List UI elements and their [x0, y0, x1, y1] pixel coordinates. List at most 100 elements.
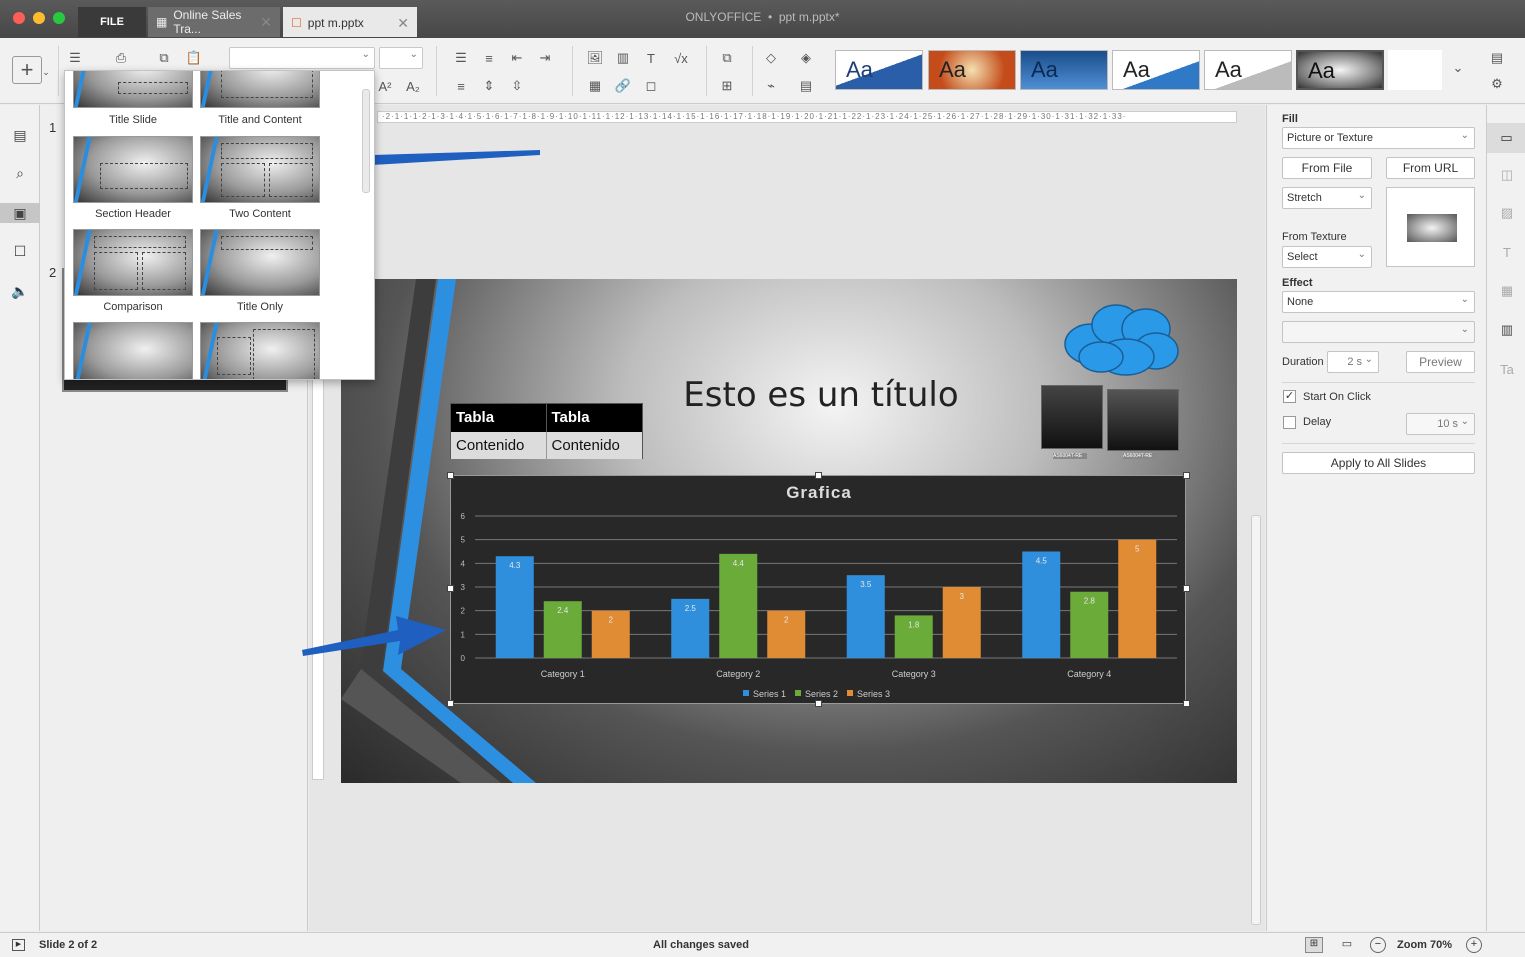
table-cell[interactable]: Contenido [547, 432, 643, 459]
resize-handle[interactable] [447, 700, 454, 707]
paste-icon[interactable]: 📋 [183, 48, 205, 68]
layout-comparison-thumb[interactable] [73, 229, 193, 296]
align-shapes-icon[interactable]: ⊞ [716, 76, 738, 96]
close-tab-icon[interactable]: ✕ [260, 14, 272, 31]
layout-content-caption-thumb[interactable] [200, 322, 320, 379]
resize-handle[interactable] [815, 472, 822, 479]
equation-icon[interactable]: √x [670, 48, 692, 68]
link-icon[interactable]: 🔗 [612, 76, 634, 96]
print-icon[interactable]: ⎙ [110, 48, 132, 68]
table-cell[interactable]: Contenido [451, 432, 547, 459]
file-icon[interactable]: ▤ [10, 125, 30, 145]
add-slide-dropdown-icon[interactable]: ⌄ [40, 62, 52, 82]
themes-expand-icon[interactable]: ⌄ [1447, 58, 1469, 78]
slide-table[interactable]: Tabla Tabla Contenido Contenido [450, 403, 643, 459]
line-spacing-icon[interactable]: ⇳ [506, 76, 528, 96]
preview-button[interactable]: Preview [1406, 351, 1475, 373]
resize-handle[interactable] [815, 700, 822, 707]
layout-section-header-thumb[interactable] [73, 136, 193, 203]
texture-select[interactable]: Select [1282, 246, 1372, 268]
server-image[interactable]: AS6004T-RE AS6004T-RE [1039, 383, 1184, 461]
text-settings-icon[interactable]: T [1497, 242, 1517, 262]
close-tab-icon[interactable]: ✕ [397, 15, 409, 32]
resize-handle[interactable] [447, 472, 454, 479]
play-slideshow-icon[interactable]: ▶ [12, 939, 25, 951]
effect-type-select[interactable] [1282, 321, 1475, 343]
from-file-button[interactable]: From File [1282, 157, 1372, 179]
effect-select[interactable]: None [1282, 291, 1475, 313]
fill-type-select[interactable]: Picture or Texture [1282, 127, 1475, 149]
numbering-icon[interactable]: ≡ [478, 48, 500, 68]
bullets-icon[interactable]: ☰ [450, 48, 472, 68]
arrange-icon[interactable]: ⧉ [716, 48, 738, 68]
clear-style-icon[interactable]: ◇ [760, 48, 782, 68]
table-header-cell[interactable]: Tabla [451, 404, 547, 432]
chart-frame[interactable]: 0 1 2 3 4 5 6 4.3 2.4 2 Category 1 2.5 4.4 2 Category … [450, 475, 1186, 704]
vertical-align-icon[interactable]: ⇕ [478, 76, 500, 96]
fit-width-icon[interactable]: ▭ [1339, 937, 1355, 953]
theme-2[interactable]: Aa [928, 50, 1016, 90]
speaker-icon[interactable]: 🔈 [10, 281, 30, 301]
textbox-icon[interactable]: T [640, 48, 662, 68]
tab-file[interactable]: FILE [78, 7, 146, 37]
delay-input[interactable]: 10 s [1406, 413, 1475, 435]
image-settings-icon[interactable]: ▨ [1497, 203, 1517, 223]
layout-title-content-thumb[interactable] [200, 71, 320, 108]
slide-title[interactable]: Esto es un título [671, 375, 971, 415]
textart-settings-icon[interactable]: Ta [1497, 359, 1517, 379]
minimize-window-button[interactable] [33, 12, 45, 24]
gear-icon[interactable]: ⚙ [1486, 74, 1508, 94]
theme-1[interactable]: Aa [835, 50, 923, 90]
view-settings-icon[interactable]: ▤ [1486, 48, 1508, 68]
layout-blank-thumb[interactable] [73, 322, 193, 379]
increase-indent-icon[interactable]: ⇥ [534, 48, 556, 68]
chart-icon[interactable]: ▥ [612, 48, 634, 68]
fit-slide-icon[interactable]: ⊞ [1305, 937, 1323, 953]
chart-settings-icon[interactable]: ▥ [1497, 320, 1517, 340]
apply-all-slides-button[interactable]: Apply to All Slides [1282, 452, 1475, 474]
align-icon[interactable]: ≡ [450, 76, 472, 96]
maximize-window-button[interactable] [53, 12, 65, 24]
table-icon[interactable]: ▦ [584, 76, 606, 96]
theme-6-selected[interactable]: Aa [1296, 50, 1384, 90]
copy-style-icon[interactable]: ⌁ [760, 76, 782, 96]
subscript-button[interactable]: A₂ [402, 76, 424, 96]
search-icon[interactable]: ⌕ [10, 163, 30, 183]
zoom-out-icon[interactable]: − [1370, 937, 1386, 953]
slides-icon[interactable]: ▣ [0, 203, 40, 223]
font-size-select[interactable] [379, 47, 423, 69]
theme-3[interactable]: Aa [1020, 50, 1108, 90]
vertical-scrollbar[interactable] [1251, 515, 1261, 925]
resize-handle[interactable] [447, 585, 454, 592]
layout-two-content-thumb[interactable] [200, 136, 320, 203]
resize-handle[interactable] [1183, 472, 1190, 479]
layout-icon[interactable]: ☰ [64, 48, 86, 68]
comments-icon[interactable]: ☐ [10, 241, 30, 261]
popup-scrollbar[interactable] [362, 89, 370, 193]
table-settings-icon[interactable]: ▦ [1497, 281, 1517, 301]
font-family-select[interactable] [229, 47, 375, 69]
layout-title-slide-thumb[interactable] [73, 71, 193, 108]
copy-icon[interactable]: ⧉ [153, 48, 175, 68]
tab-ppt[interactable]: ☐ ppt m.pptx ✕ [283, 7, 417, 37]
slide-size-icon[interactable]: ▤ [795, 76, 817, 96]
superscript-button[interactable]: A² [374, 76, 396, 96]
slide-settings-icon[interactable]: ▭ [1487, 123, 1525, 153]
shape-icon[interactable]: ◻ [640, 76, 662, 96]
from-url-button[interactable]: From URL [1386, 157, 1475, 179]
resize-handle[interactable] [1183, 700, 1190, 707]
delay-checkbox[interactable] [1283, 416, 1296, 429]
table-header-cell[interactable]: Tabla [547, 404, 643, 432]
image-icon[interactable]: 🖼 [584, 48, 606, 68]
start-on-click-checkbox[interactable]: ✓ [1283, 390, 1296, 403]
zoom-in-icon[interactable]: + [1466, 937, 1482, 953]
cloud-shape[interactable] [1061, 299, 1181, 379]
decrease-indent-icon[interactable]: ⇤ [506, 48, 528, 68]
close-window-button[interactable] [13, 12, 25, 24]
slide-canvas[interactable]: Esto es un título Tabla Tabla Contenido … [341, 279, 1237, 783]
stretch-select[interactable]: Stretch [1282, 187, 1372, 209]
theme-5[interactable]: Aa [1204, 50, 1292, 90]
shape-settings-icon[interactable]: ◫ [1497, 165, 1517, 185]
theme-4[interactable]: Aa [1112, 50, 1200, 90]
color-scheme-icon[interactable]: ◈ [795, 48, 817, 68]
